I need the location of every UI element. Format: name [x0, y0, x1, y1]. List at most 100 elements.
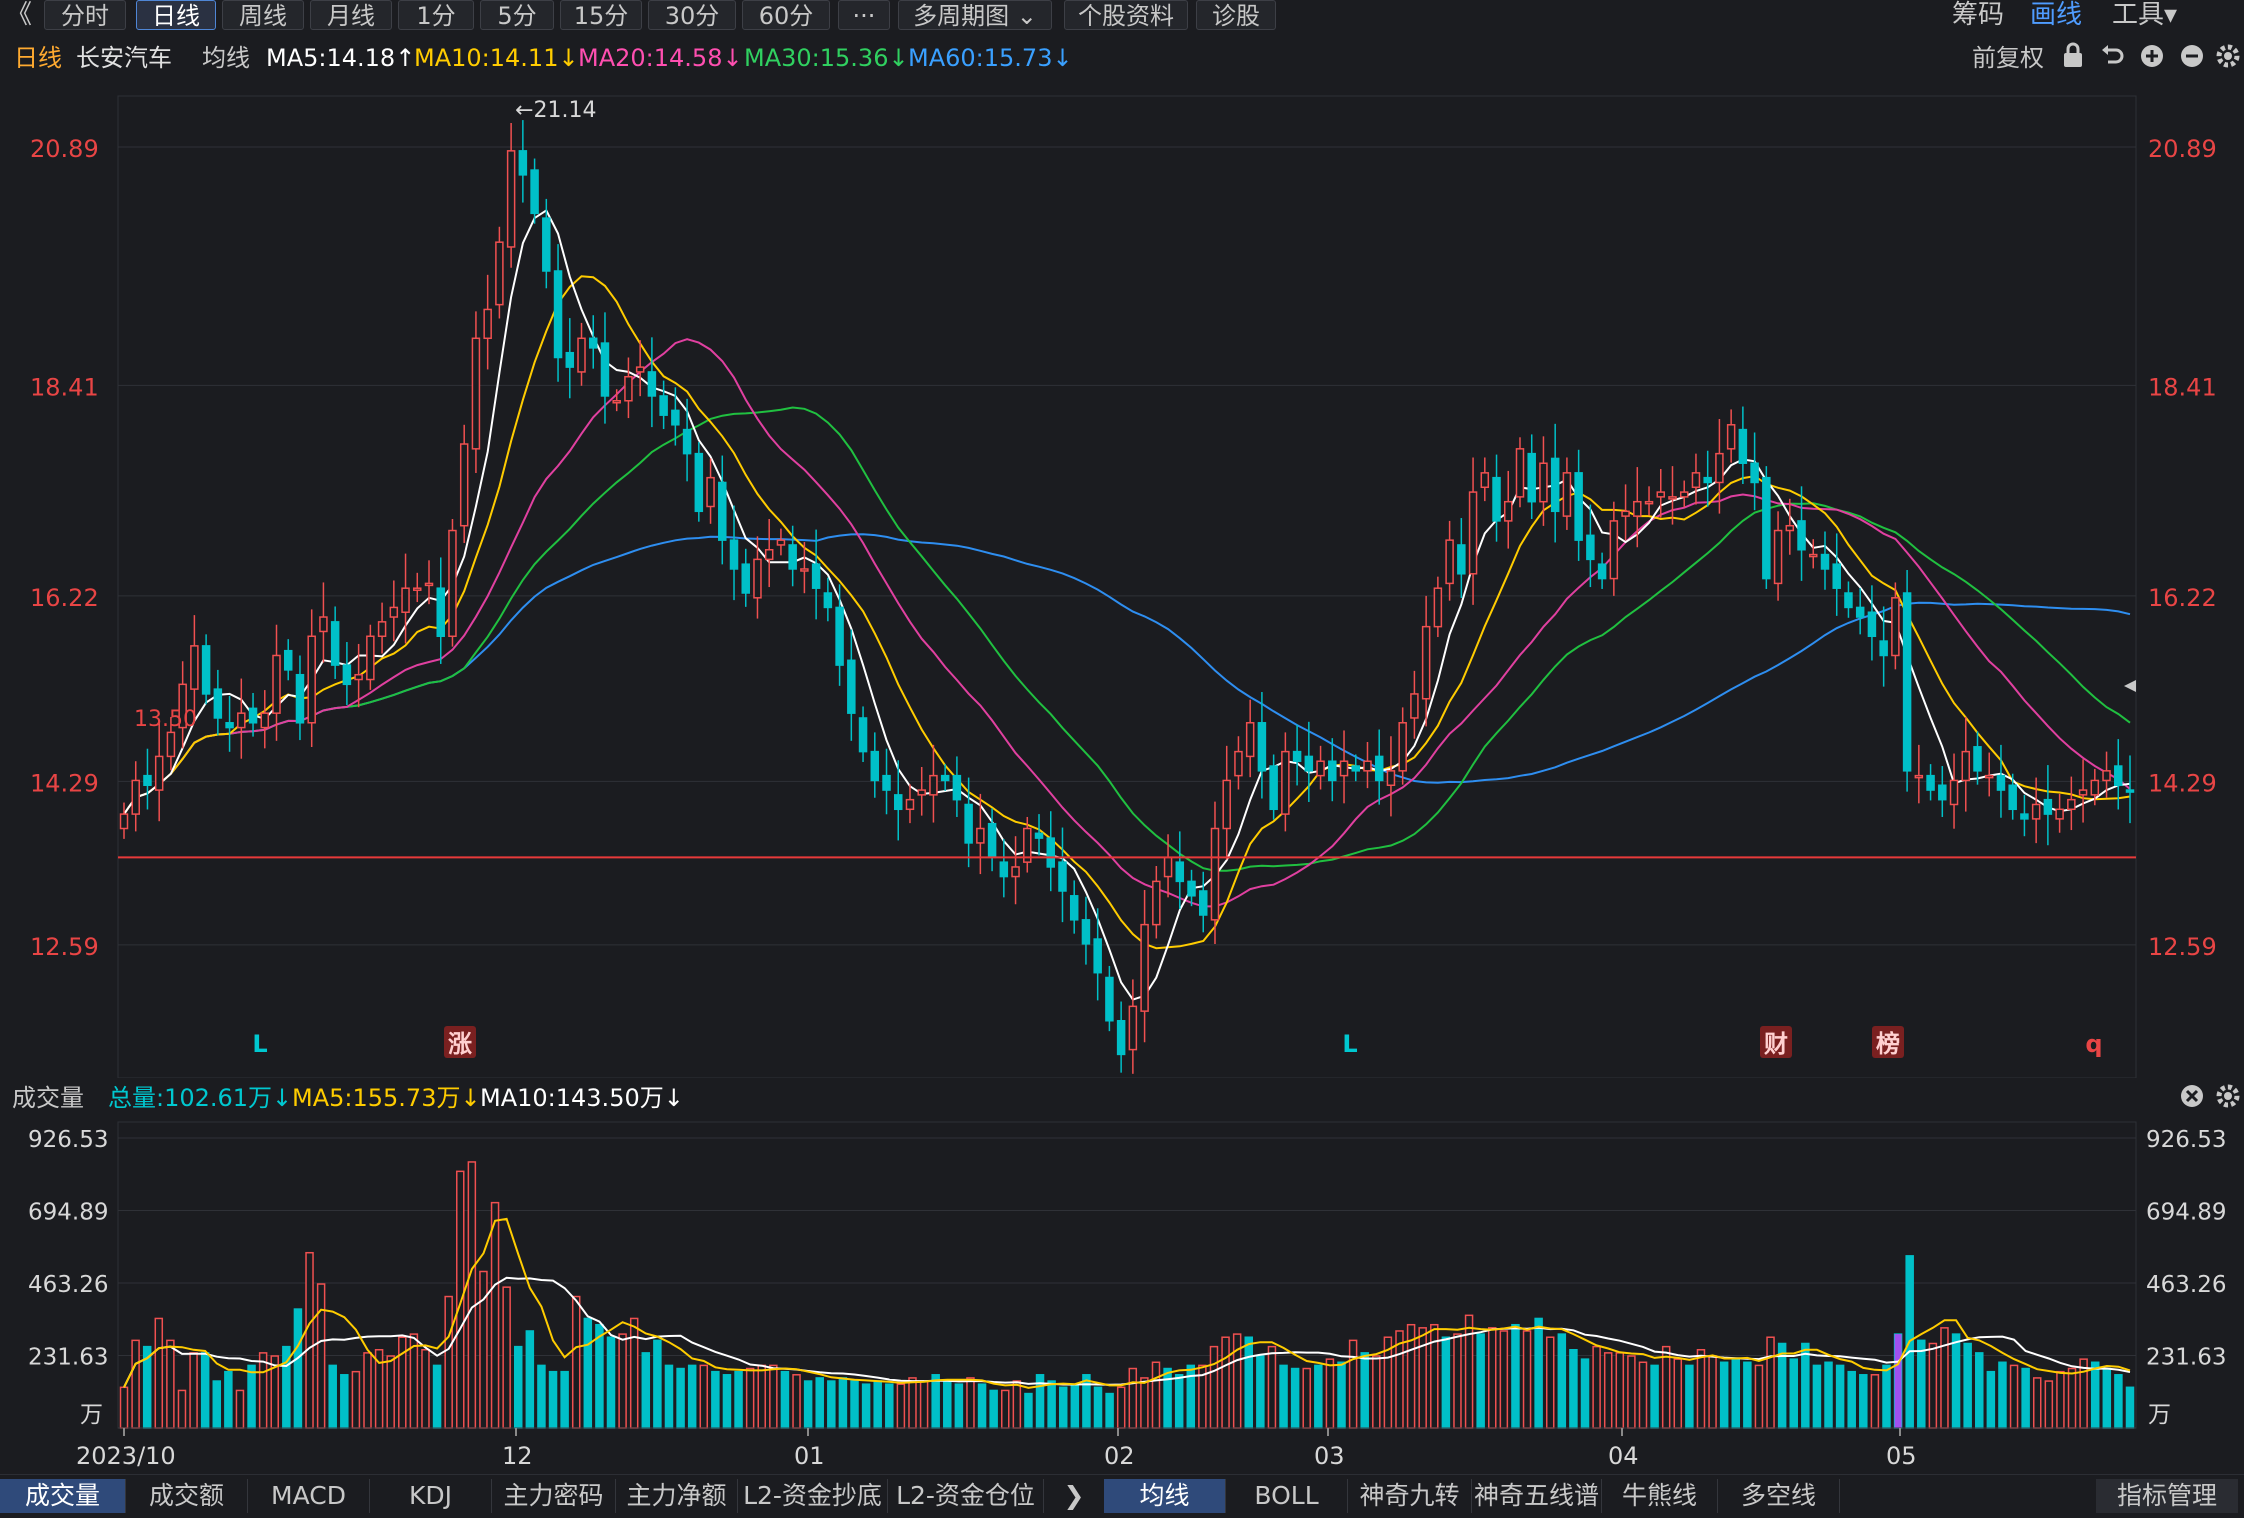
candle-body[interactable]	[1763, 478, 1770, 579]
candle-body[interactable]	[1329, 761, 1336, 780]
candle-body[interactable]	[1188, 881, 1195, 895]
candle-body[interactable]	[766, 550, 773, 560]
volume-bar[interactable]	[1141, 1378, 1148, 1428]
volume-bar[interactable]	[1477, 1334, 1484, 1428]
volume-bar[interactable]	[1060, 1387, 1067, 1428]
volume-bar[interactable]	[352, 1372, 359, 1428]
volume-bar[interactable]	[1918, 1340, 1925, 1428]
volume-bar[interactable]	[341, 1375, 348, 1428]
volume-bar[interactable]	[1558, 1334, 1565, 1428]
volume-bar[interactable]	[955, 1384, 962, 1428]
candle-body[interactable]	[496, 242, 503, 304]
candle-body[interactable]	[2115, 766, 2122, 785]
candle-body[interactable]	[308, 636, 315, 723]
candle-body[interactable]	[684, 430, 691, 454]
candle-body[interactable]	[1552, 458, 1559, 511]
candle-body[interactable]	[1481, 473, 1488, 487]
marker-list[interactable]: 榜	[1876, 1030, 1900, 1058]
candle-body[interactable]	[1927, 776, 1934, 790]
candle-body[interactable]	[695, 454, 702, 512]
volume-bar[interactable]	[1315, 1365, 1322, 1428]
candle-body[interactable]	[742, 564, 749, 593]
candle-body[interactable]	[860, 718, 867, 752]
candle-body[interactable]	[883, 776, 890, 790]
volume-bar[interactable]	[1500, 1331, 1507, 1428]
candle-body[interactable]	[2103, 771, 2110, 781]
candle-body[interactable]	[1528, 454, 1535, 502]
volume-bar[interactable]	[1651, 1365, 1658, 1428]
candle-body[interactable]	[273, 655, 280, 713]
volume-bar[interactable]	[1755, 1365, 1762, 1428]
candle-body[interactable]	[989, 824, 996, 858]
candle-body[interactable]	[1892, 598, 1899, 656]
ma-label[interactable]: 均线	[202, 40, 250, 76]
candle-body[interactable]	[637, 367, 644, 372]
volume-bar[interactable]	[897, 1384, 904, 1428]
period-tab-7[interactable]: 30分	[648, 0, 736, 30]
candle-body[interactable]	[132, 780, 139, 814]
volume-bar[interactable]	[793, 1375, 800, 1428]
candle-body[interactable]	[402, 588, 409, 612]
volume-bar[interactable]	[2092, 1362, 2099, 1428]
marker-l-2[interactable]: L	[1342, 1030, 1357, 1058]
candle-body[interactable]	[2080, 790, 2087, 795]
marker-l-1[interactable]: L	[252, 1030, 267, 1058]
volume-bar[interactable]	[1535, 1318, 1542, 1428]
volume-bar[interactable]	[225, 1372, 232, 1428]
volume-bar[interactable]	[1466, 1315, 1473, 1428]
volume-bar[interactable]	[236, 1390, 243, 1428]
candle-body[interactable]	[1681, 492, 1688, 497]
candle-body[interactable]	[1399, 723, 1406, 771]
volume-bar[interactable]	[1570, 1350, 1577, 1428]
volume-bar[interactable]	[1292, 1369, 1299, 1428]
candle-body[interactable]	[1786, 526, 1793, 531]
overlay-tab-3[interactable]: 神奇五线谱	[1472, 1479, 1602, 1513]
candle-body[interactable]	[285, 651, 292, 670]
candle-body[interactable]	[625, 377, 632, 401]
candle-body[interactable]	[1458, 545, 1465, 574]
candle-body[interactable]	[1106, 977, 1113, 1020]
volume-bar[interactable]	[1245, 1337, 1252, 1428]
candle-body[interactable]	[578, 338, 585, 372]
period-tab-8[interactable]: 60分	[742, 0, 830, 30]
volume-bar[interactable]	[1628, 1356, 1635, 1428]
volume-bar[interactable]	[1106, 1394, 1113, 1428]
candle-body[interactable]	[1200, 891, 1207, 915]
candle-body[interactable]	[1646, 502, 1653, 504]
volume-bar[interactable]	[944, 1381, 951, 1428]
close-volume-icon[interactable]	[2178, 1080, 2206, 1120]
candle-body[interactable]	[1505, 502, 1512, 521]
candle-body[interactable]	[836, 607, 843, 665]
volume-bar[interactable]	[445, 1297, 452, 1428]
candle-body[interactable]	[1434, 588, 1441, 626]
candle-body[interactable]	[1294, 752, 1301, 762]
overlay-tab-0[interactable]: 均线	[1104, 1479, 1226, 1513]
volume-chart[interactable]: 926.53926.53694.89694.89463.26463.26231.…	[0, 1116, 2244, 1474]
volume-bar[interactable]	[1732, 1359, 1739, 1428]
volume-bar[interactable]	[2080, 1359, 2087, 1428]
volume-bar[interactable]	[677, 1369, 684, 1428]
candle-body[interactable]	[1716, 454, 1723, 483]
volume-bar[interactable]	[1083, 1375, 1090, 1428]
indicator-tab-5[interactable]: 主力净额	[616, 1479, 738, 1513]
volume-bar[interactable]	[1721, 1362, 1728, 1428]
candle-body[interactable]	[1563, 473, 1570, 516]
period-tab-9[interactable]: ···	[838, 0, 890, 30]
candle-body[interactable]	[1986, 776, 1993, 778]
volume-bar[interactable]	[329, 1365, 336, 1428]
candle-body[interactable]	[1493, 478, 1500, 521]
volume-bar[interactable]	[2022, 1369, 2029, 1428]
candle-body[interactable]	[519, 151, 526, 175]
candle-body[interactable]	[1376, 756, 1383, 780]
volume-bar[interactable]	[828, 1381, 835, 1428]
candle-body[interactable]	[531, 170, 538, 213]
candle-body[interactable]	[1951, 780, 1958, 804]
zoom-in-icon[interactable]	[2138, 40, 2166, 80]
candle-body[interactable]	[2091, 780, 2098, 794]
volume-bar[interactable]	[1222, 1337, 1229, 1428]
volume-bar[interactable]	[1999, 1362, 2006, 1428]
candle-body[interactable]	[226, 723, 233, 728]
volume-bar[interactable]	[1454, 1334, 1461, 1428]
volume-bar[interactable]	[468, 1162, 475, 1428]
marker-q[interactable]: q	[2085, 1030, 2102, 1058]
